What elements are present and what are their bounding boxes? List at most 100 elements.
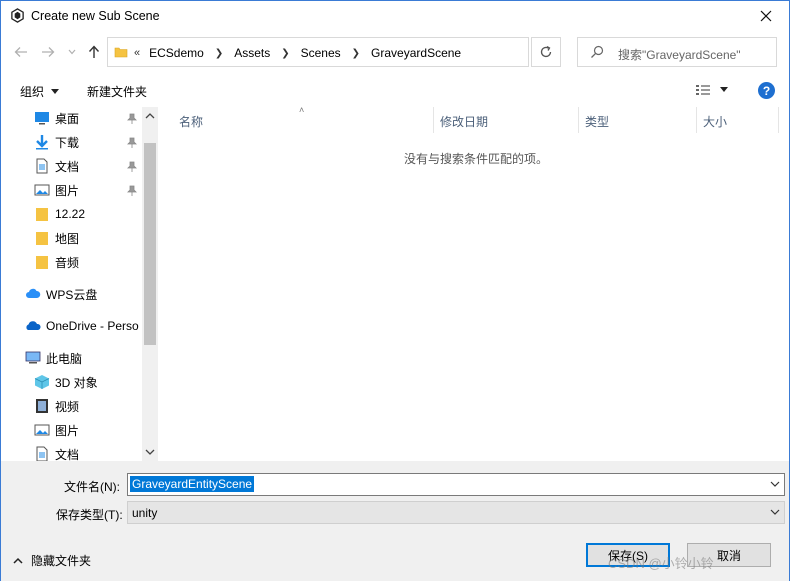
onedrive-icon xyxy=(26,321,41,330)
save-dialog: Create new Sub Scene « ECSdemo ❯ Assets … xyxy=(0,0,790,581)
column-header: ˄ 名称 修改日期 类型 大小 xyxy=(159,105,789,133)
scrollbar-thumb[interactable] xyxy=(144,143,156,345)
column-size[interactable]: 大小 xyxy=(697,107,779,133)
nav-item-folder-map[interactable]: 地图 xyxy=(34,227,79,249)
caret-down-icon xyxy=(51,89,60,94)
breadcrumb-separator-icon[interactable]: ❯ xyxy=(281,48,289,59)
nav-item-label: 音频 xyxy=(55,255,80,270)
refresh-icon xyxy=(540,45,552,58)
window-title: Create new Sub Scene xyxy=(31,9,160,23)
nav-item-pc-documents[interactable]: 文档 xyxy=(34,443,79,461)
nav-item-label: 文档 xyxy=(55,447,80,462)
column-type[interactable]: 类型 xyxy=(579,107,697,133)
nav-item-pictures[interactable]: 图片 xyxy=(34,179,79,201)
document-icon xyxy=(36,158,48,174)
pin-icon[interactable] xyxy=(127,185,137,197)
forward-button[interactable] xyxy=(39,43,57,61)
back-button[interactable] xyxy=(12,43,30,61)
address-row: « ECSdemo ❯ Assets ❯ Scenes ❯ GraveyardS… xyxy=(1,35,789,69)
chevron-up-icon xyxy=(13,557,23,564)
nav-item-label: 桌面 xyxy=(55,111,80,126)
breadcrumb-item[interactable]: GraveyardScene xyxy=(371,46,461,60)
pin-icon[interactable] xyxy=(127,113,137,125)
breadcrumb-separator-icon[interactable]: ❯ xyxy=(352,48,360,59)
nav-item-folder-audio[interactable]: 音频 xyxy=(34,251,79,273)
search-input[interactable]: 搜索"GraveyardScene" xyxy=(577,37,777,67)
nav-scrollbar[interactable] xyxy=(142,107,158,461)
scroll-down-icon[interactable] xyxy=(144,447,156,457)
nav-item-label: 3D 对象 xyxy=(55,375,98,390)
column-modified[interactable]: 修改日期 xyxy=(434,107,579,133)
nav-item-label: 视频 xyxy=(55,399,80,414)
hide-folders-label: 隐藏文件夹 xyxy=(31,554,92,568)
dialog-body: 桌面 下载 文档 图片 12.22 地图 音频 WPS云盘 OneDrive -… xyxy=(1,105,789,461)
view-options-caret-icon[interactable] xyxy=(720,87,728,92)
3d-objects-icon xyxy=(34,375,50,389)
file-list: ˄ 名称 修改日期 类型 大小 没有与搜索条件匹配的项。 xyxy=(159,105,789,461)
view-details-icon[interactable] xyxy=(695,83,711,97)
pin-icon[interactable] xyxy=(127,137,137,149)
filename-field[interactable]: GraveyardEntityScene xyxy=(127,473,785,496)
nav-item-label: 地图 xyxy=(55,231,80,246)
nav-item-label: 图片 xyxy=(55,423,80,438)
nav-item-folder-1222[interactable]: 12.22 xyxy=(34,203,85,225)
watermark: CSDN @小铃小铃 xyxy=(608,556,714,571)
folder-icon xyxy=(36,208,48,221)
breadcrumb-item[interactable]: Assets xyxy=(234,46,270,60)
nav-item-videos[interactable]: 视频 xyxy=(34,395,79,417)
close-button[interactable] xyxy=(743,1,789,31)
column-name[interactable]: 名称 xyxy=(173,107,434,133)
navigation-pane: 桌面 下载 文档 图片 12.22 地图 音频 WPS云盘 OneDrive -… xyxy=(1,107,159,461)
organize-menu[interactable]: 组织 xyxy=(20,83,60,100)
filename-label: 文件名(N): xyxy=(64,480,120,494)
nav-item-desktop[interactable]: 桌面 xyxy=(34,107,79,129)
filetype-select[interactable]: unity xyxy=(127,501,785,524)
computer-icon xyxy=(25,351,41,364)
chevron-down-icon[interactable] xyxy=(770,480,780,488)
nav-item-label: WPS云盘 xyxy=(46,287,98,302)
nav-item-label: OneDrive - Perso xyxy=(46,319,139,333)
hide-folders-toggle[interactable]: 隐藏文件夹 xyxy=(13,552,91,569)
new-folder-button[interactable]: 新建文件夹 xyxy=(87,83,147,100)
document-icon xyxy=(36,446,48,461)
help-icon[interactable]: ? xyxy=(758,82,775,99)
nav-item-3d-objects[interactable]: 3D 对象 xyxy=(34,371,98,393)
search-icon xyxy=(591,45,604,58)
overflow-chevron-icon[interactable]: « xyxy=(134,47,140,59)
nav-item-this-pc[interactable]: 此电脑 xyxy=(25,347,82,369)
recent-dropdown[interactable] xyxy=(63,43,81,61)
pin-icon[interactable] xyxy=(127,161,137,173)
nav-item-wps-cloud[interactable]: WPS云盘 xyxy=(25,283,97,305)
arrow-right-icon xyxy=(42,47,55,57)
folder-icon xyxy=(114,47,128,58)
breadcrumb: « ECSdemo ❯ Assets ❯ Scenes ❯ GraveyardS… xyxy=(134,46,461,60)
nav-item-label: 此电脑 xyxy=(46,351,83,366)
nav-item-label: 图片 xyxy=(55,183,80,198)
close-icon xyxy=(760,10,772,22)
nav-item-downloads[interactable]: 下载 xyxy=(34,131,79,153)
arrow-left-icon xyxy=(14,47,27,57)
filetype-label: 保存类型(T): xyxy=(56,508,123,522)
refresh-button[interactable] xyxy=(531,37,561,67)
video-icon xyxy=(36,399,48,413)
empty-message: 没有与搜索条件匹配的项。 xyxy=(404,152,549,166)
search-placeholder: 搜索"GraveyardScene" xyxy=(618,48,741,62)
address-bar[interactable]: « ECSdemo ❯ Assets ❯ Scenes ❯ GraveyardS… xyxy=(107,37,620,67)
scroll-up-icon[interactable] xyxy=(144,111,156,121)
filename-value[interactable]: GraveyardEntityScene xyxy=(130,476,255,492)
breadcrumb-item[interactable]: Scenes xyxy=(301,46,341,60)
folder-icon xyxy=(36,232,48,245)
desktop-icon xyxy=(35,112,49,125)
cloud-icon xyxy=(26,288,41,298)
new-folder-label: 新建文件夹 xyxy=(87,85,148,99)
breadcrumb-item[interactable]: ECSdemo xyxy=(149,46,204,60)
up-button[interactable] xyxy=(85,43,103,61)
command-bar: 组织 新建文件夹 ? xyxy=(1,73,789,107)
nav-item-label: 12.22 xyxy=(55,207,86,221)
nav-item-onedrive[interactable]: OneDrive - Perso xyxy=(25,315,139,337)
folder-icon xyxy=(36,256,48,269)
nav-item-pc-pictures[interactable]: 图片 xyxy=(34,419,79,441)
chevron-down-icon xyxy=(68,49,76,55)
breadcrumb-separator-icon[interactable]: ❯ xyxy=(215,48,223,59)
nav-item-documents[interactable]: 文档 xyxy=(34,155,79,177)
